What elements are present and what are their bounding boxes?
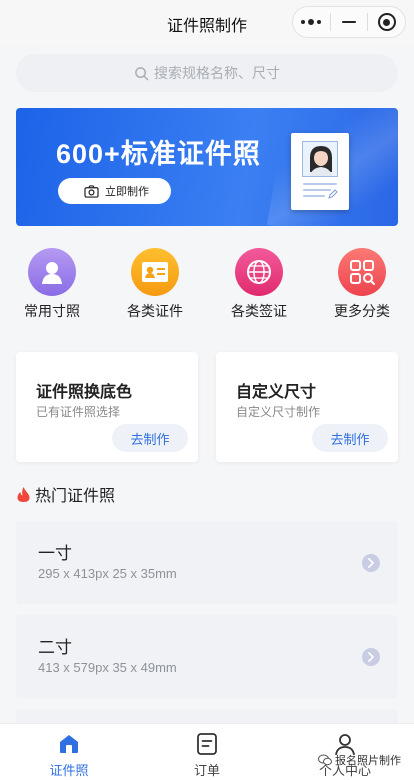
id-card-icon [131, 248, 179, 296]
size-detail: 413 x 579px 35 x 49mm [38, 660, 177, 675]
tab-label: 证件照 [49, 763, 89, 778]
search-input[interactable]: 搜索规格名称、尺寸 [16, 54, 398, 92]
make-now-button[interactable]: 立即制作 [58, 178, 171, 204]
chevron-right-icon [362, 554, 380, 572]
go-make-button[interactable]: 去制作 [112, 424, 188, 452]
watermark-text: 报名照片制作 [335, 755, 401, 767]
category-label: 各类证件 [127, 303, 183, 319]
go-make-button[interactable]: 去制作 [312, 424, 388, 452]
more-dots-icon [301, 19, 322, 25]
miniprogram-capsule [292, 6, 406, 38]
size-name: 二寸 [38, 638, 72, 657]
minimize-icon [342, 21, 356, 23]
list-item[interactable]: 一寸 295 x 413px 25 x 35mm [16, 521, 398, 604]
category-visas[interactable]: 各类签证 [214, 248, 304, 321]
card-title: 证件照换底色 [36, 384, 133, 401]
target-icon [377, 13, 396, 31]
search-icon [135, 66, 149, 80]
custom-size-card[interactable]: 自定义尺寸 自定义尺寸制作 去制作 [216, 352, 398, 462]
make-now-label: 立即制作 [105, 186, 149, 198]
card-subtitle: 自定义尺寸制作 [236, 405, 321, 419]
pen-icon [328, 189, 338, 199]
tab-id-photo[interactable]: 证件照 [24, 730, 114, 779]
fire-icon [17, 486, 30, 502]
category-label: 更多分类 [334, 303, 390, 319]
chevron-right-icon [362, 648, 380, 666]
category-documents[interactable]: 各类证件 [110, 248, 200, 321]
tab-label: 订单 [193, 763, 220, 778]
category-more[interactable]: 更多分类 [317, 248, 407, 321]
category-row: 常用寸照 各类证件 各类签证 更多分类 [0, 248, 414, 323]
minimize-button[interactable] [331, 7, 368, 37]
category-common-sizes[interactable]: 常用寸照 [7, 248, 97, 321]
list-item[interactable]: 二寸 413 x 579px 35 x 49mm [16, 615, 398, 698]
camera-icon [84, 184, 99, 198]
navigation-bar: 证件照制作 [0, 0, 414, 44]
hot-section-title: 热门证件照 [16, 482, 115, 506]
home-icon [24, 730, 114, 758]
card-subtitle: 已有证件照选择 [36, 405, 121, 419]
wechat-watermark: 报名照片制作 [318, 752, 401, 768]
order-document-icon [162, 730, 252, 758]
promo-banner[interactable]: 600+标准证件照 立即制作 [16, 108, 398, 226]
size-detail: 295 x 413px 25 x 35mm [38, 566, 177, 581]
change-background-card[interactable]: 证件照换底色 已有证件照选择 去制作 [16, 352, 198, 462]
hot-title-text: 热门证件照 [35, 488, 116, 505]
size-name: 一寸 [38, 544, 72, 563]
search-placeholder: 搜索规格名称、尺寸 [154, 65, 280, 81]
close-miniprogram-button[interactable] [368, 7, 405, 37]
person-icon [28, 248, 76, 296]
category-label: 各类签证 [231, 303, 287, 319]
card-title: 自定义尺寸 [236, 384, 317, 401]
wechat-icon [318, 754, 332, 766]
tab-orders[interactable]: 订单 [162, 730, 252, 779]
category-label: 常用寸照 [24, 303, 80, 319]
grid-search-icon [338, 248, 386, 296]
id-photo-illustration [291, 133, 349, 210]
banner-headline: 600+标准证件照 [56, 139, 261, 169]
more-menu-button[interactable] [293, 7, 330, 37]
passport-icon [235, 248, 283, 296]
